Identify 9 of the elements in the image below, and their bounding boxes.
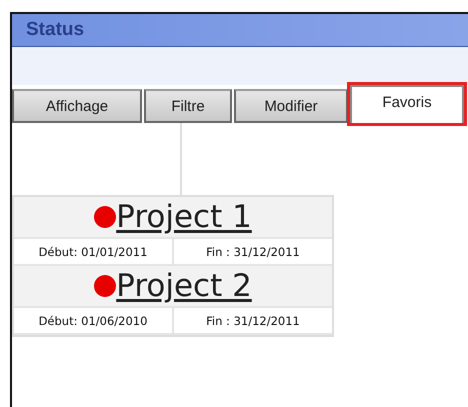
tab[interactable]: Affichage (12, 89, 142, 123)
status-dot (94, 275, 116, 297)
tab[interactable]: Favoris (350, 85, 464, 123)
status-dot (94, 206, 116, 228)
project-link[interactable]: Project 2 (116, 270, 252, 302)
tab[interactable]: Modifier (234, 89, 348, 123)
window-title: Status (26, 19, 84, 41)
project-link[interactable]: Project 1 (116, 202, 252, 232)
tab[interactable]: Filtre (144, 89, 232, 123)
